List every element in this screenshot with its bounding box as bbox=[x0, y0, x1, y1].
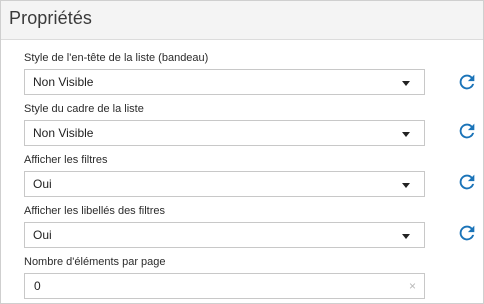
properties-panel: Propriétés Style de l'en-tête de la list… bbox=[0, 0, 484, 304]
field-label: Afficher les libellés des filtres bbox=[24, 205, 166, 217]
frame-style-select[interactable]: Non Visible bbox=[24, 120, 425, 146]
chevron-down-icon bbox=[402, 132, 410, 137]
refresh-icon[interactable] bbox=[456, 120, 478, 142]
items-per-page-input[interactable] bbox=[25, 274, 395, 298]
close-icon[interactable]: × bbox=[409, 279, 416, 293]
show-filters-select[interactable]: Oui bbox=[24, 171, 425, 197]
field-label: Afficher les filtres bbox=[24, 154, 108, 166]
select-value: Oui bbox=[33, 228, 52, 242]
chevron-down-icon bbox=[402, 81, 410, 86]
field-label: Nombre d'éléments par page bbox=[24, 256, 166, 268]
refresh-icon[interactable] bbox=[456, 222, 478, 244]
panel-title: Propriétés bbox=[9, 8, 93, 28]
show-filter-labels-select[interactable]: Oui bbox=[24, 222, 425, 248]
select-value: Non Visible bbox=[33, 75, 94, 89]
header-style-select[interactable]: Non Visible bbox=[24, 69, 425, 95]
refresh-icon[interactable] bbox=[456, 171, 478, 193]
field-label: Style de l'en-tête de la liste (bandeau) bbox=[24, 52, 209, 64]
panel-header: Propriétés bbox=[1, 1, 483, 40]
chevron-down-icon bbox=[402, 234, 410, 239]
chevron-down-icon bbox=[402, 183, 410, 188]
items-per-page-input-wrapper: × bbox=[24, 273, 425, 299]
select-value: Oui bbox=[33, 177, 52, 191]
field-label: Style du cadre de la liste bbox=[24, 103, 144, 115]
select-value: Non Visible bbox=[33, 126, 94, 140]
refresh-icon[interactable] bbox=[456, 71, 478, 93]
